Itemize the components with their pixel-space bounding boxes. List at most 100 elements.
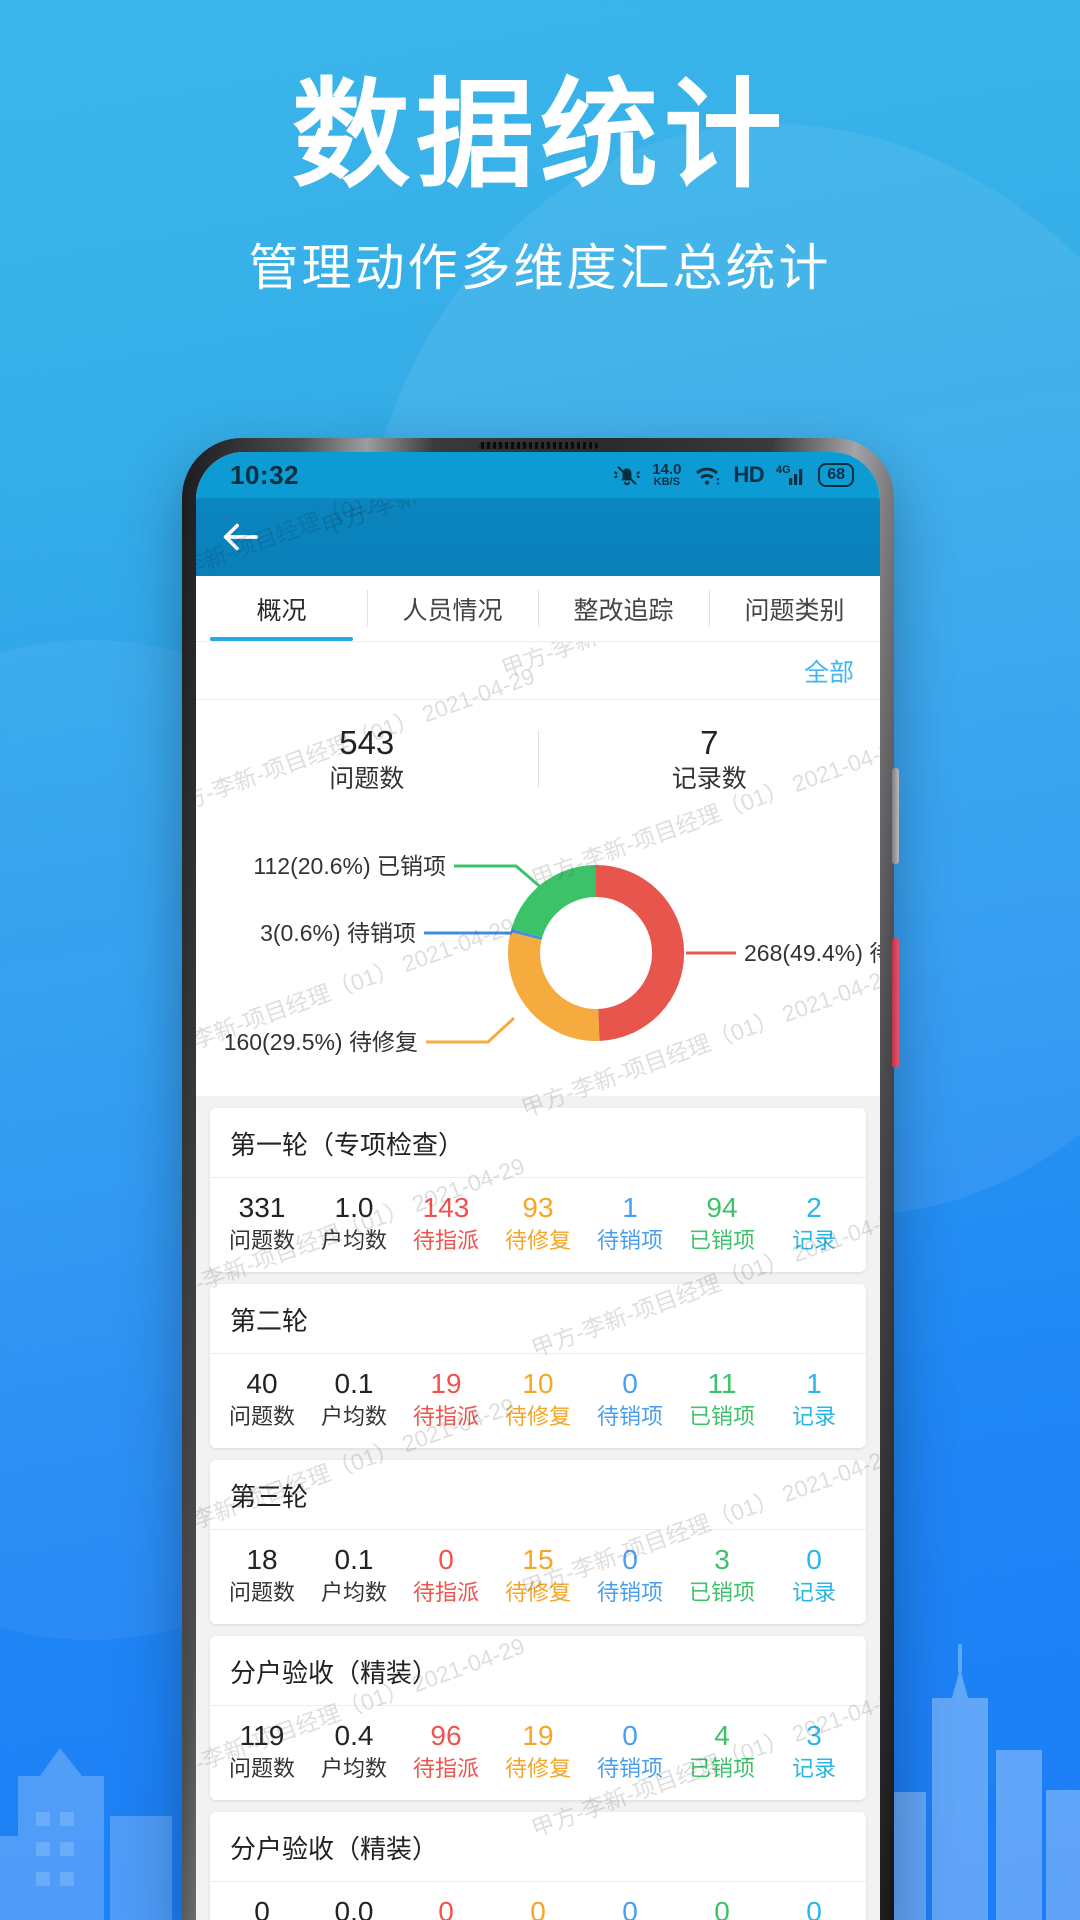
round-card[interactable]: 分户验收（精装） 0问题数 0.0户均数 0待指派 0待修复 0待销项 0已销项… [210,1812,866,1920]
stat-pending-repair: 15 待修复 [504,1543,571,1606]
network-speed-unit: KB/S [653,476,680,488]
stat-issue-count: 40 问题数 [228,1367,295,1430]
stat-average: 0.4 户均数 [320,1719,387,1782]
tab-label: 人员情况 [402,596,503,625]
filter-row: 全部 [196,642,880,700]
stat-record: 0记录 [806,1896,822,1920]
card-title: 分户验收（精装） [210,1812,866,1883]
summary-value: 543 [339,724,395,761]
tab-overview[interactable]: 概况 [196,576,367,641]
power-button[interactable] [892,938,899,1068]
tab-label: 整改追踪 [573,596,674,625]
svg-text:4G: 4G [776,464,791,476]
stat-closed: 4 已销项 [688,1719,755,1782]
content-area: 全部 543 问题数 7 记录数 268(49.4%) 112(20.6%) 已… [196,642,880,1920]
battery-indicator: 68 [818,463,854,487]
stat-pending-repair: 19 待修复 [504,1719,571,1782]
tab-label: 问题类别 [744,596,845,625]
stat-pending-assign: 0待指派 [438,1896,454,1920]
back-arrow-icon[interactable] [218,514,264,560]
callout-line-pending-repair [426,1016,516,1044]
page-title: 数据统计 [291,70,788,202]
card-title: 第三轮 [210,1460,866,1530]
earpiece-speaker [478,442,598,449]
card-title: 分户验收（精装） [210,1636,866,1706]
stat-issue-count: 119 问题数 [228,1719,295,1782]
stat-pending-close: 1 待销项 [596,1191,663,1254]
card-stats: 0问题数 0.0户均数 0待指派 0待修复 0待销项 0已销项 0记录 [210,1882,866,1920]
stat-average: 1.0 户均数 [320,1191,387,1254]
stat-record: 0记录 [791,1543,836,1606]
signal-bars-icon: 4G [776,463,806,487]
stat-issue-count: 331 问题数 [228,1191,295,1254]
network-speed-indicator: 14.0 KB/S [652,462,681,488]
round-card[interactable]: 第二轮 40 问题数 0.1 户均数 19 待指派 10 待修复 0 待销项 11 已销项 … [210,1283,866,1448]
tab-personnel[interactable]: 人员情况 [367,576,538,641]
stat-record: 1 记录 [791,1367,836,1430]
stat-average: 0.1 户均数 [320,1367,387,1430]
callout-label-pending-repair: 160(29.5%) 待修复 [224,1029,418,1055]
phone-screen: 10:32 14.0 KB/S HD 4G 68 概况 人员情况 整改追踪 问题… [196,452,880,1920]
bell-mute-icon [614,462,640,488]
summary-row: 543 问题数 7 记录数 [196,700,880,810]
summary-value: 7 [700,724,719,761]
stat-pending-assign: 19 待指派 [412,1367,479,1430]
status-bar-time: 10:32 [230,459,299,490]
callout-label-pending-assign: 268(49.4%) 待指派 [744,940,880,966]
stat-record: 3 记录 [791,1719,836,1782]
stat-record: 2 记录 [791,1191,836,1254]
card-title: 第二轮 [210,1284,866,1354]
summary-issue-count: 543 问题数 [196,722,538,796]
app-bar [196,498,880,576]
stat-issue-count: 0问题数 [254,1896,270,1920]
summary-label: 问题数 [329,765,405,794]
status-bar: 10:32 14.0 KB/S HD 4G 68 [196,452,880,498]
callout-line-closed [454,864,545,891]
donut-slice-closed [511,864,596,938]
stat-pending-repair: 10 待修复 [504,1367,571,1430]
stat-issue-count: 18 问题数 [228,1543,295,1606]
issue-status-donut-chart: 268(49.4%) 待指派 112(20.6%) 已销项 3(0.6%) 待销… [196,809,880,1096]
stat-pending-assign: 143 待指派 [412,1191,479,1254]
filter-all-button[interactable]: 全部 [804,653,854,689]
stat-pending-close: 0待销项 [596,1719,663,1782]
wifi-icon [693,463,721,487]
stat-pending-repair: 0待修复 [530,1896,546,1920]
stat-average: 0.1 户均数 [320,1543,387,1606]
donut-slice-pending-repair [507,931,600,1041]
tab-label: 概况 [256,596,307,625]
summary-record-count: 7 记录数 [539,722,881,796]
round-card[interactable]: 分户验收（精装） 119 问题数 0.4 户均数 96 待指派 19 待修复 0 待销项 … [210,1635,866,1801]
stat-pending-assign: 96 待指派 [412,1719,479,1782]
summary-label: 记录数 [671,765,747,794]
donut-slice-pending-assign [596,864,685,1041]
volume-button[interactable] [892,768,899,864]
round-cards-list: 第一轮（专项检查） 331 问题数 1.0 户均数 143 待指派 93 待修复 1 待销… [196,1107,880,1920]
hero-section: 数据统计 管理动作多维度汇总统计 [0,0,1080,300]
card-stats: 40 问题数 0.1 户均数 19 待指派 10 待修复 0 待销项 11 已销项 1 记录 [210,1354,866,1448]
hd-indicator: HD [733,462,765,487]
round-card[interactable]: 第一轮（专项检查） 331 问题数 1.0 户均数 143 待指派 93 待修复 1 待销… [210,1107,866,1272]
stat-closed: 0已销项 [714,1896,730,1920]
stat-pending-repair: 93 待修复 [504,1191,571,1254]
tab-bar: 概况 人员情况 整改追踪 问题类别 [196,576,880,642]
phone-mockup: 10:32 14.0 KB/S HD 4G 68 概况 人员情况 整改追踪 问题… [182,438,899,1920]
stat-closed: 11 已销项 [688,1367,755,1430]
stat-closed: 3 已销项 [688,1543,755,1606]
round-card[interactable]: 第三轮 18 问题数 0.1 户均数 0 待指派 15 待修复 0 待销项 3 已销项 0记… [210,1459,866,1624]
tab-rectify[interactable]: 整改追踪 [538,576,709,641]
stat-pending-close: 0待销项 [622,1896,638,1920]
stat-pending-assign: 0待指派 [412,1543,479,1606]
card-stats: 18 问题数 0.1 户均数 0 待指派 15 待修复 0 待销项 3 已销项 0 记录 [210,1530,866,1624]
card-stats: 331 问题数 1.0 户均数 143 待指派 93 待修复 1 待销项 94 已销项 2记… [210,1178,866,1272]
stat-pending-close: 0待销项 [596,1367,663,1430]
page-subtitle: 管理动作多维度汇总统计 [248,239,832,296]
callout-label-pending-close: 3(0.6%) 待销项 [260,920,416,946]
stat-average: 0.0户均数 [334,1896,374,1920]
tab-category[interactable]: 问题类别 [709,576,880,641]
card-title: 第一轮（专项检查） [210,1108,866,1178]
callout-label-closed: 112(20.6%) 已销项 [253,853,446,879]
stat-closed: 94 已销项 [688,1191,755,1254]
stat-pending-close: 0待销项 [596,1543,663,1606]
card-stats: 119 问题数 0.4 户均数 96 待指派 19 待修复 0 待销项 4 已销项 3 记录 [210,1706,866,1800]
